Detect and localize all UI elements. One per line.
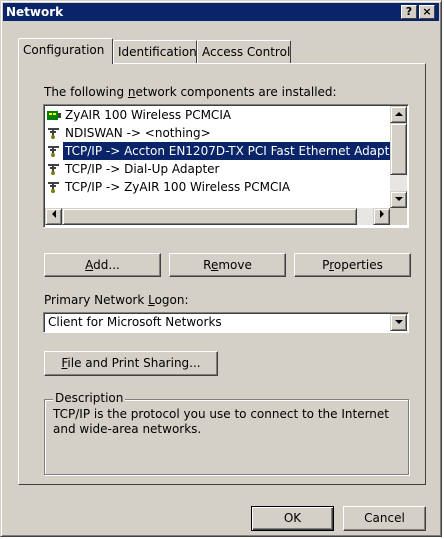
- scrollbar-corner: [390, 208, 407, 225]
- list-item[interactable]: NDISWAN -> <nothing>: [47, 124, 392, 142]
- down-arrow-icon: [394, 197, 403, 201]
- list-item-text: ZyAIR 100 Wireless PCMCIA: [65, 108, 232, 122]
- scroll-right-button[interactable]: [373, 208, 390, 225]
- add-button[interactable]: Add...: [44, 253, 161, 277]
- list-item[interactable]: TCP/IP -> ZyAIR 100 Wireless PCMCIA: [47, 178, 392, 196]
- list-item[interactable]: TCP/IP -> Accton EN1207D-TX PCI Fast Eth…: [47, 142, 392, 160]
- chevron-down-icon: [394, 320, 403, 324]
- close-button[interactable]: ×: [419, 5, 435, 19]
- ok-button[interactable]: OK: [251, 506, 334, 531]
- file-and-print-sharing-button[interactable]: File and Print Sharing...: [44, 351, 218, 376]
- window-title: Network: [6, 5, 64, 19]
- tab-access-control-label: Access Control: [202, 45, 291, 59]
- tab-identification[interactable]: Identification: [113, 40, 197, 63]
- components-label: The following network components are ins…: [44, 85, 337, 99]
- description-title: Description: [53, 391, 126, 405]
- description-text: TCP/IP is the protocol you use to connec…: [53, 407, 389, 436]
- left-arrow-icon: [51, 210, 56, 218]
- components-listbox[interactable]: ZyAIR 100 Wireless PCMCIA NDISWAN -> <no…: [43, 104, 409, 228]
- protocol-icon: [47, 163, 61, 175]
- protocol-icon: [47, 145, 61, 157]
- title-bar[interactable]: Network ? ×: [3, 3, 439, 21]
- primary-logon-value: Client for Microsoft Networks: [48, 315, 222, 329]
- tab-identification-label: Identification: [118, 45, 197, 59]
- horizontal-scroll-thumb[interactable]: [62, 208, 357, 225]
- scroll-up-button[interactable]: [390, 106, 407, 123]
- tab-configuration-label: Configuration: [23, 43, 105, 57]
- cancel-button[interactable]: Cancel: [343, 506, 426, 531]
- primary-logon-label: Primary Network Logon:: [44, 293, 189, 307]
- vertical-scroll-thumb[interactable]: [390, 123, 407, 175]
- list-item-text: TCP/IP -> ZyAIR 100 Wireless PCMCIA: [65, 180, 291, 194]
- vertical-scrollbar[interactable]: [390, 106, 407, 208]
- active-tab-join: [19, 62, 112, 65]
- list-item-text: TCP/IP -> Accton EN1207D-TX PCI Fast Eth…: [63, 142, 392, 160]
- remove-button[interactable]: Remove: [169, 253, 286, 277]
- tab-access-control[interactable]: Access Control: [197, 40, 291, 63]
- list-item[interactable]: TCP/IP -> Dial-Up Adapter: [47, 160, 392, 178]
- scroll-down-button[interactable]: [390, 191, 407, 208]
- dropdown-button[interactable]: [390, 314, 407, 331]
- primary-logon-select[interactable]: Client for Microsoft Networks: [43, 312, 409, 333]
- protocol-icon: [47, 181, 61, 193]
- protocol-icon: [47, 127, 61, 139]
- help-button[interactable]: ?: [401, 5, 417, 19]
- horizontal-scrollbar[interactable]: [45, 208, 390, 225]
- scroll-left-button[interactable]: [45, 208, 62, 225]
- network-adapter-icon: [47, 109, 61, 121]
- tab-configuration[interactable]: Configuration: [18, 38, 113, 64]
- list-item-text: NDISWAN -> <nothing>: [65, 126, 211, 140]
- right-arrow-icon: [379, 210, 384, 218]
- network-dialog: Network ? × Configuration Identification…: [0, 0, 442, 537]
- properties-button[interactable]: Properties: [294, 253, 411, 277]
- list-item[interactable]: ZyAIR 100 Wireless PCMCIA: [47, 106, 392, 124]
- up-arrow-icon: [394, 112, 403, 116]
- list-item-text: TCP/IP -> Dial-Up Adapter: [65, 162, 220, 176]
